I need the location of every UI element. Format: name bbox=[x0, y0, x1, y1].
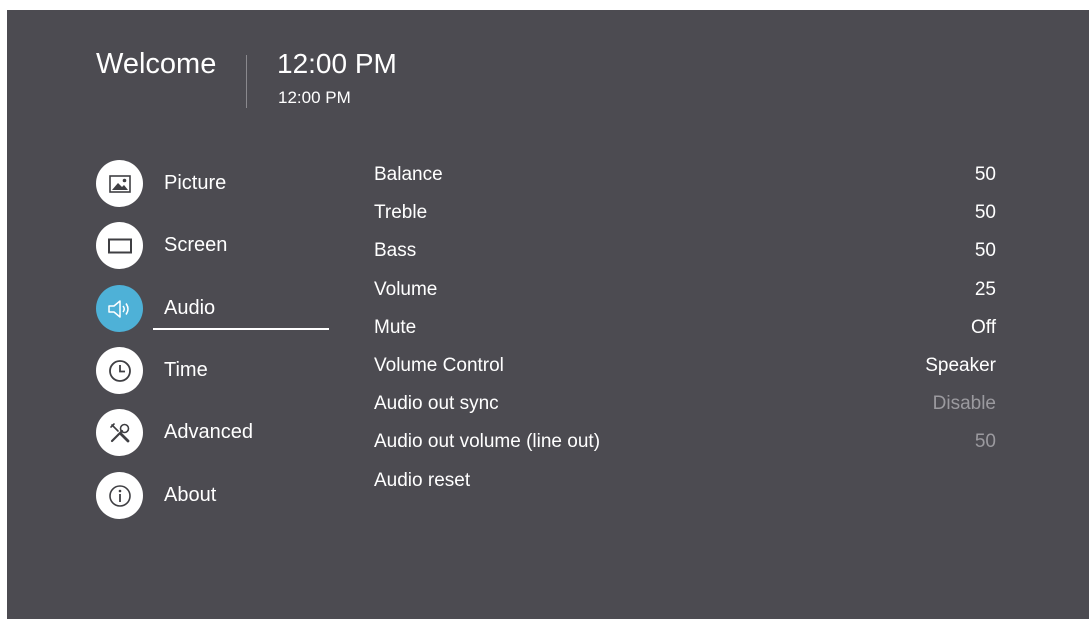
clock-icon bbox=[96, 347, 143, 394]
nav-item-time[interactable]: Time bbox=[96, 347, 336, 395]
clock-time-secondary: 12:00 PM bbox=[278, 88, 351, 107]
nav-label-audio: Audio bbox=[164, 297, 216, 319]
info-icon bbox=[96, 472, 143, 519]
nav-item-picture[interactable]: Picture bbox=[96, 160, 336, 208]
nav-item-advanced[interactable]: Advanced bbox=[96, 409, 336, 457]
header-divider bbox=[246, 55, 247, 108]
setting-row-bass[interactable]: Bass 50 bbox=[374, 236, 996, 274]
setting-row-treble[interactable]: Treble 50 bbox=[374, 198, 996, 236]
setting-value: 50 bbox=[974, 202, 996, 224]
speaker-icon bbox=[96, 285, 143, 332]
setting-label: Audio out sync bbox=[374, 393, 499, 415]
nav-label-time: Time bbox=[164, 359, 208, 381]
setting-value: Speaker bbox=[925, 354, 996, 376]
setting-row-mute[interactable]: Mute Off bbox=[374, 313, 996, 351]
setting-label: Audio out volume (line out) bbox=[374, 431, 601, 453]
nav-item-screen[interactable]: Screen bbox=[96, 222, 336, 270]
setting-row-volume[interactable]: Volume 25 bbox=[374, 275, 996, 313]
settings-screen: Welcome 12:00 PM 12:00 PM Picture Screen bbox=[7, 10, 1089, 619]
setting-value: Disable bbox=[932, 393, 996, 415]
audio-settings-list: Balance 50 Treble 50 Bass 50 Volume 25 M… bbox=[374, 160, 996, 504]
active-tab-underline bbox=[153, 328, 329, 330]
header: Welcome 12:00 PM 12:00 PM bbox=[7, 10, 1089, 130]
setting-value: 25 bbox=[974, 278, 996, 300]
nav-label-screen: Screen bbox=[164, 234, 228, 256]
setting-label: Volume bbox=[374, 278, 438, 300]
setting-value: Off bbox=[971, 316, 996, 338]
setting-value: 50 bbox=[974, 240, 996, 262]
setting-label: Volume Control bbox=[374, 354, 504, 376]
nav-label-picture: Picture bbox=[164, 172, 227, 194]
nav-item-audio[interactable]: Audio bbox=[96, 285, 336, 333]
setting-label: Audio reset bbox=[374, 469, 471, 491]
setting-row-audio-reset[interactable]: Audio reset bbox=[374, 466, 996, 504]
picture-icon bbox=[96, 160, 143, 207]
setting-value: 50 bbox=[974, 164, 996, 185]
clock-time: 12:00 PM bbox=[277, 48, 397, 79]
setting-label: Mute bbox=[374, 316, 417, 338]
setting-label: Treble bbox=[374, 202, 428, 224]
tools-icon bbox=[96, 409, 143, 456]
setting-label: Balance bbox=[374, 164, 443, 185]
setting-label: Bass bbox=[374, 240, 417, 262]
setting-row-audio-out-volume[interactable]: Audio out volume (line out) 50 bbox=[374, 427, 996, 465]
setting-row-balance[interactable]: Balance 50 bbox=[374, 160, 996, 198]
screen-icon bbox=[96, 222, 143, 269]
setting-row-audio-out-sync[interactable]: Audio out sync Disable bbox=[374, 389, 996, 427]
setting-row-volume-control[interactable]: Volume Control Speaker bbox=[374, 351, 996, 389]
nav-label-advanced: Advanced bbox=[164, 421, 253, 443]
nav-item-about[interactable]: About bbox=[96, 472, 336, 520]
welcome-title: Welcome bbox=[96, 48, 217, 80]
setting-value: 50 bbox=[974, 431, 996, 453]
nav-label-about: About bbox=[164, 484, 217, 506]
